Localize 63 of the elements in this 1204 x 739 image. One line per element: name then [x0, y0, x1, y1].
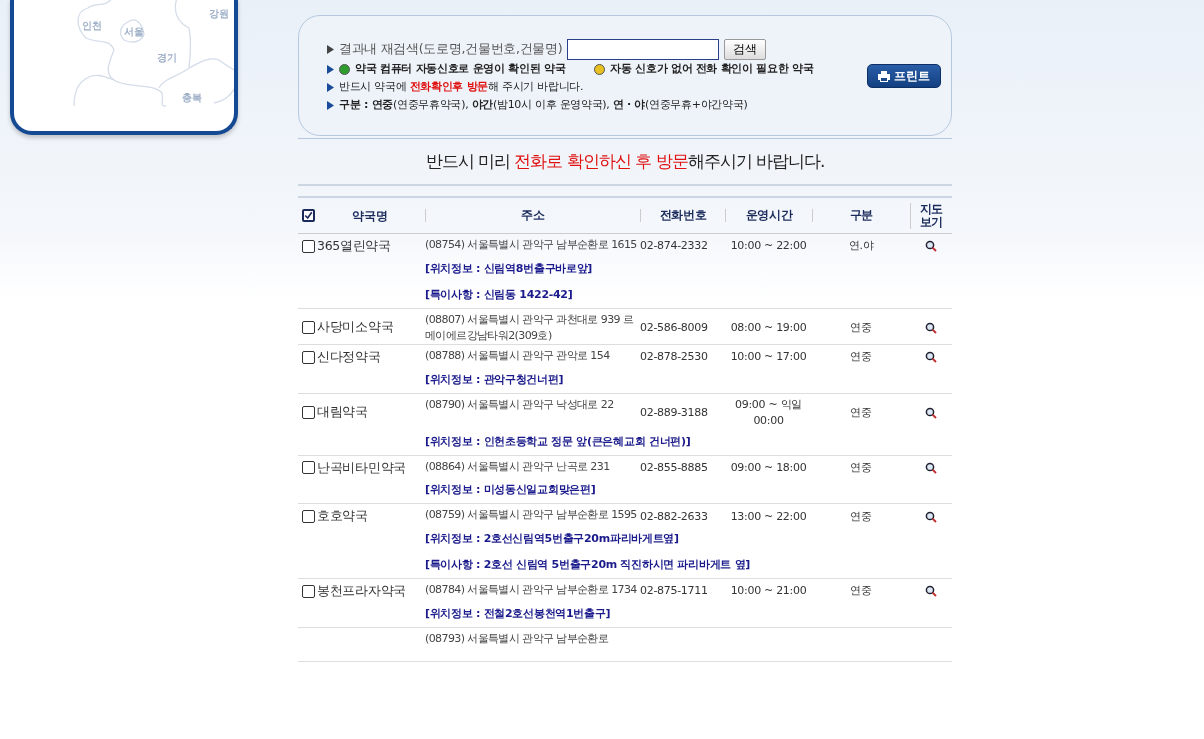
- phone-number: 02-882-2633: [640, 508, 708, 525]
- pharmacy-name: 봉천프라자약국: [317, 582, 406, 600]
- region-label: 충북: [182, 92, 202, 103]
- legend-text: 약국 컴퓨터 자동신호로 운영이 확인된 약국: [355, 60, 566, 77]
- location-note: [위치정보 : 2호선신림역5번출구20m파리바게트옆]: [425, 531, 680, 547]
- category-text: 연중: [850, 349, 872, 366]
- column-header: 약국명: [351, 207, 389, 225]
- pharmacy-name: 대림약국: [317, 403, 368, 422]
- opening-hours: 10:00 ~ 21:00: [730, 583, 807, 600]
- address-text: (08759) 서울특별시 관악구 남부순환로 1595: [425, 507, 638, 524]
- pharmacy-name: 난곡비타민약국: [317, 458, 406, 477]
- phone-number: 02-874-2332: [640, 238, 708, 255]
- location-note: [위치정보 : 미성동신일교회맞은편]: [425, 482, 597, 499]
- region-label: 인천: [82, 20, 102, 31]
- category-text: 연중: [850, 508, 872, 525]
- address-text: (08790) 서울특별시 관악구 낙성대로 22: [425, 396, 615, 413]
- category-text: 연중: [850, 459, 872, 476]
- opening-hours: 09:00 ~ 익일 00:00: [734, 396, 803, 429]
- address-text: (08807) 서울특별시 관악구 과천대로 939 르메이에르강남타워2(309호): [425, 311, 635, 344]
- phone-number: 02-878-2530: [640, 349, 708, 366]
- column-header: 지도 보기: [910, 202, 952, 229]
- address-text: (08784) 서울특별시 관악구 남부순환로 1734: [425, 582, 638, 598]
- location-note: [위치정보 : 관악구청건너편]: [425, 371, 565, 388]
- phone-number: 02-855-8885: [640, 459, 708, 476]
- column-header: 전화번호: [640, 209, 725, 222]
- print-button[interactable]: 프린트: [867, 64, 941, 88]
- opening-hours: 13:00 ~ 22:00: [730, 508, 807, 525]
- pharmacy-name: 사당미소약국: [317, 318, 394, 337]
- pharmacy-name: 신다정약국: [317, 347, 381, 366]
- phone-number: 02-875-1711: [640, 583, 708, 600]
- opening-hours: 08:00 ~ 19:00: [730, 319, 807, 336]
- legend-text: 자동 신호가 없어 전화 확인이 필요한 약국: [610, 60, 814, 77]
- opening-hours: 09:00 ~ 18:00: [730, 459, 807, 476]
- category-text: 연중: [850, 319, 872, 336]
- region-label: 서울: [124, 26, 144, 37]
- location-note: [위치정보 : 인헌초등학교 정문 앞(큰은혜교회 건너편)]: [425, 433, 692, 450]
- location-note: [위치정보 : 신림역8번출구바로앞]: [425, 260, 594, 277]
- category-text: 연.야: [848, 238, 874, 255]
- type-legend-text: 구분 : 연중(연중무휴약국), 야간(밤10시 이후 운영약국), 연 · 야(연중무휴+야간약국): [339, 96, 748, 113]
- opening-hours: 10:00 ~ 22:00: [730, 238, 807, 255]
- region-label: 강원: [209, 8, 229, 19]
- column-header: 운영시간: [725, 209, 812, 222]
- location-note: [특이사항 : 2호선 신림역 5번출구20m 직진하시면 파리바게트 옆]: [425, 557, 751, 573]
- location-note: [특이사항 : 신림동 1422-42]: [425, 286, 574, 303]
- search-button[interactable]: 검색: [724, 38, 767, 60]
- pharmacy-name: 365열린약국: [317, 237, 391, 255]
- phone-number: 02-889-3188: [640, 404, 708, 421]
- column-header: 구분: [812, 209, 910, 222]
- category-text: 연중: [850, 404, 872, 421]
- address-text: (08793) 서울특별시 관악구 남부순환로: [425, 630, 610, 647]
- region-label: 경기: [157, 52, 177, 63]
- search-label: 결과내 재검색(도로명,건물번호,건물명): [339, 39, 563, 58]
- opening-hours: 10:00 ~ 17:00: [730, 349, 807, 366]
- category-text: 연중: [850, 583, 872, 600]
- phone-number: 02-586-8009: [640, 319, 708, 336]
- address-text: (08754) 서울특별시 관악구 남부순환로 1615: [425, 237, 638, 253]
- column-header: 주소: [425, 209, 640, 222]
- pharmacy-name: 호호약국: [317, 507, 368, 526]
- address-text: (08864) 서울특별시 관악구 난곡로 231: [425, 458, 611, 475]
- address-text: (08788) 서울특별시 관악구 관악로 154: [425, 347, 611, 364]
- location-note: [위치정보 : 전철2호선봉천역1번출구]: [425, 605, 612, 622]
- warning-text: 반드시 미리 전화로 확인하신 후 방문해주시기 바랍니다.: [425, 149, 825, 173]
- notice-text: 반드시 약국에 전화확인후 방문해 주시기 바랍니다.: [339, 78, 584, 95]
